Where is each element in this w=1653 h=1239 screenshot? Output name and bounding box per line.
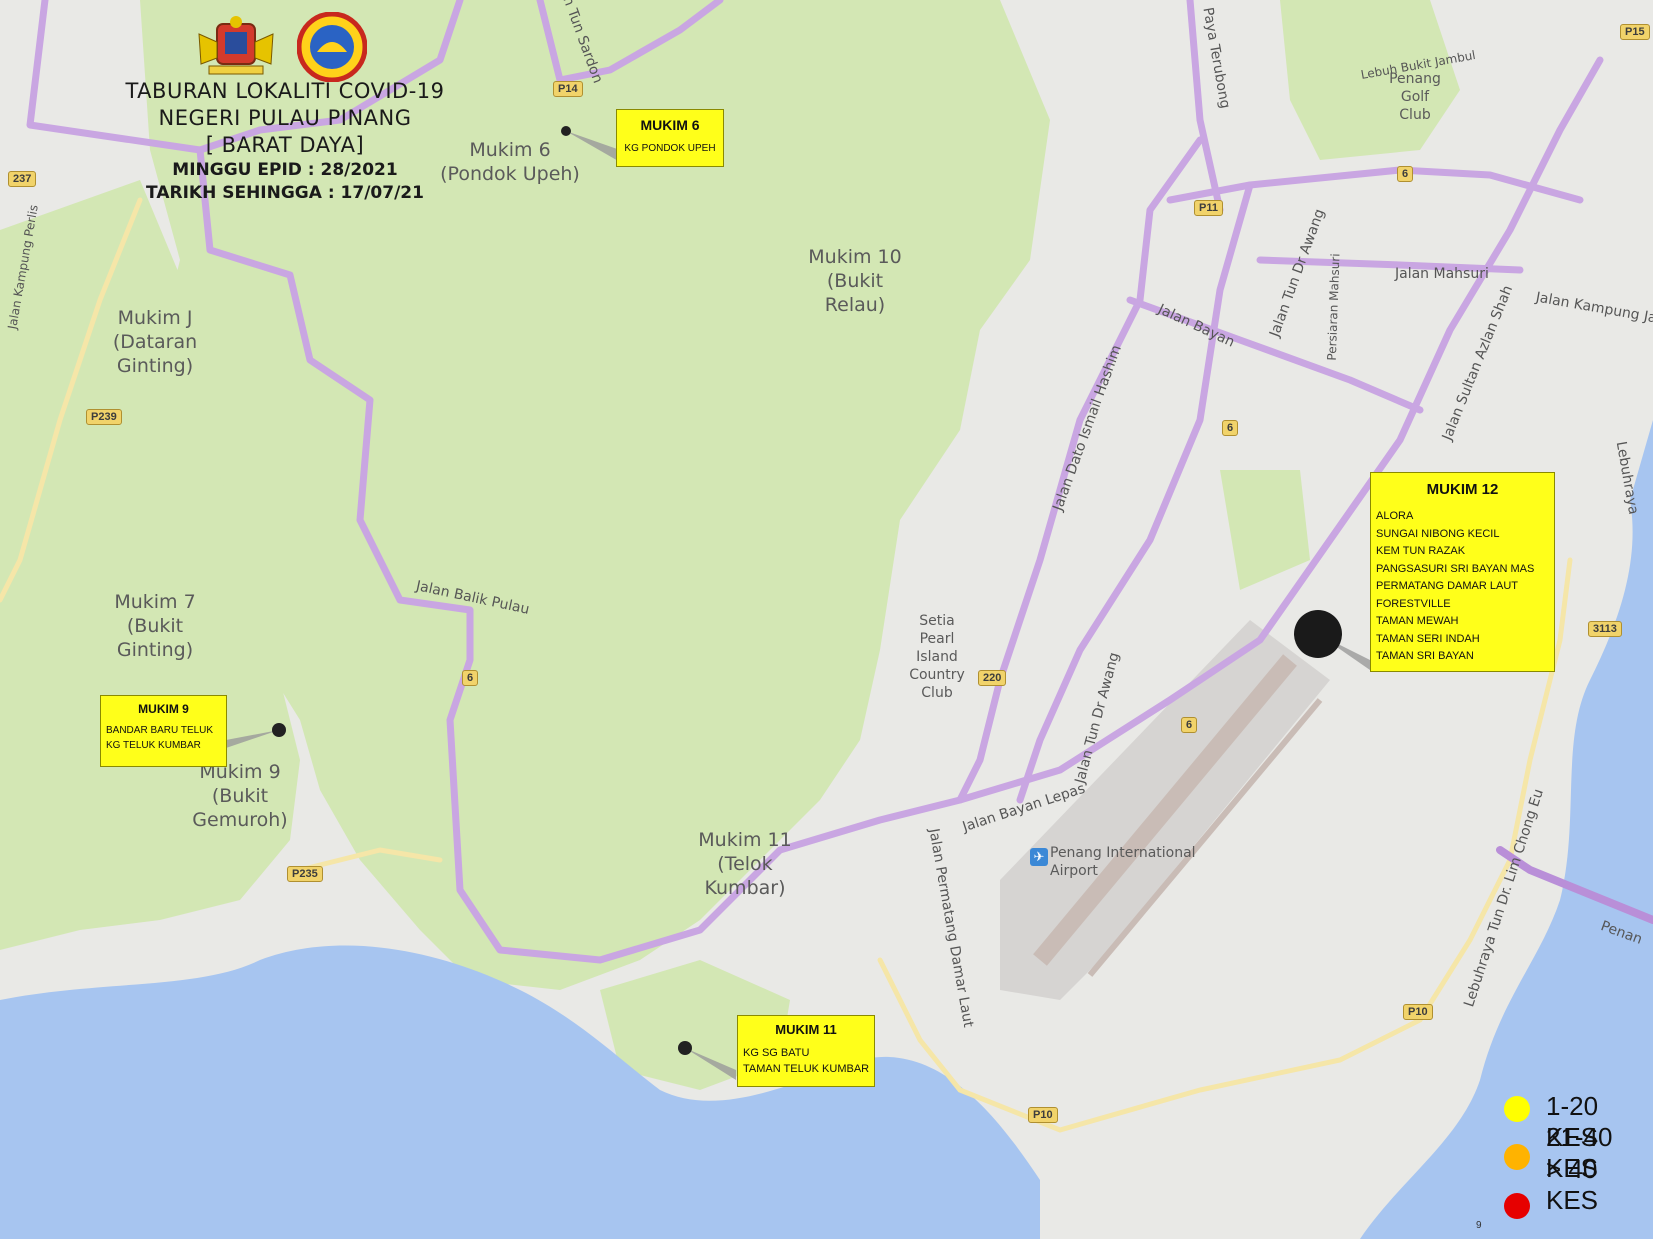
map-stage: TABURAN LOKALITI COVID-19 NEGERI PULAU P… [0, 0, 1653, 1239]
area-label-mukim6: Mukim 6 (Pondok Upeh) [440, 139, 580, 185]
route-shield: P11 [1194, 200, 1223, 216]
cluster-dot-mukim11 [678, 1041, 692, 1055]
callout-title: MUKIM 6 [640, 117, 700, 133]
area-label-airport: Penang International Airport [1050, 845, 1196, 879]
area-label-setia-pearl: Setia Pearl Island Country Club [909, 613, 965, 701]
callout-line: SUNGAI NIBONG KECIL [1376, 527, 1500, 540]
callout-mukim9[interactable]: MUKIM 9 BANDAR BARU TELUK KG TELUK KUMBA… [100, 695, 227, 767]
callout-line: KEM TUN RAZAK [1376, 545, 1466, 557]
callout-title: MUKIM 11 [775, 1022, 837, 1037]
callout-line: KG SG BATU [743, 1047, 810, 1059]
route-shield: P239 [86, 409, 122, 425]
callout-title: MUKIM 9 [138, 702, 189, 716]
callout-line: TAMAN TELUK KUMBAR [743, 1063, 870, 1075]
route-shield: P10 [1028, 1107, 1058, 1123]
route-shield: 3113 [1588, 621, 1622, 637]
callout-line: FORESTVILLE [1376, 597, 1451, 610]
route-shield: P15 [1620, 24, 1650, 40]
cluster-dot-mukim6 [561, 126, 571, 136]
route-shield: 237 [8, 171, 37, 187]
callout-line: BANDAR BARU TELUK [106, 725, 214, 736]
callout-title: MUKIM 12 [1426, 481, 1499, 498]
callout-line: TAMAN MEWAH [1376, 615, 1459, 627]
page-mark: 9 [1476, 1220, 1482, 1231]
title-line-2: NEGERI PULAU PINANG [158, 106, 412, 130]
route-shield: P14 [553, 81, 583, 97]
route-shield: P10 [1403, 1004, 1433, 1020]
road-label-mahsuri: Jalan Mahsuri [1395, 266, 1489, 282]
callout-mukim12[interactable]: MUKIM 12 ALORA SUNGAI NIBONG KECIL KEM T… [1370, 472, 1555, 672]
route-shield: 6 [1181, 717, 1198, 733]
callout-line: KG TELUK KUMBAR [106, 740, 201, 751]
epid-week: MINGGU EPID : 28/2021 [172, 160, 398, 180]
title-line-1: TABURAN LOKALITI COVID-19 [125, 79, 445, 103]
callout-mukim11[interactable]: MUKIM 11 KG SG BATU TAMAN TELUK KUMBAR [737, 1015, 875, 1087]
cluster-dot-mukim9 [272, 723, 286, 737]
route-shield: 6 [1397, 166, 1414, 182]
area-label-mukim10: Mukim 10 (Bukit Relau) [808, 246, 902, 316]
legend-label: > 40 KES [1546, 1154, 1599, 1215]
callout-line: TAMAN SERI INDAH [1376, 632, 1480, 645]
callout-line: PANGSASURI SRI BAYAN MAS [1376, 562, 1535, 575]
callout-line: ALORA [1376, 510, 1414, 522]
route-shield: 6 [1222, 420, 1239, 436]
area-label-mukim11: Mukim 11 (Telok Kumbar) [698, 829, 792, 899]
legend-swatch-yellow [1504, 1096, 1530, 1122]
agency-seal-logo [297, 12, 367, 82]
cluster-dot-mukim12 [1294, 610, 1342, 658]
legend-swatch-red [1504, 1193, 1530, 1219]
report-date: TARIKH SEHINGGA : 17/07/21 [146, 183, 424, 203]
route-shield: 6 [462, 670, 479, 686]
map-title-block: TABURAN LOKALITI COVID-19 NEGERI PULAU P… [95, 78, 475, 205]
area-label-mukim9: Mukim 9 (Bukit Gemuroh) [192, 761, 288, 831]
area-label-mukim7: Mukim 7 (Bukit Ginting) [114, 591, 196, 661]
callout-line: KG PONDOK UPEH [624, 143, 716, 154]
coat-of-arms-logo [198, 16, 274, 75]
title-line-3: [ BARAT DAYA] [205, 133, 365, 157]
area-label-mukimj: Mukim J (Dataran Ginting) [112, 307, 198, 377]
callout-line: PERMATANG DAMAR LAUT [1376, 580, 1518, 592]
airport-icon: ✈ [1030, 848, 1048, 866]
legend-swatch-orange [1504, 1144, 1530, 1170]
callout-line: TAMAN SRI BAYAN [1376, 650, 1474, 662]
route-shield: P235 [287, 866, 323, 882]
callout-mukim6[interactable]: MUKIM 6 KG PONDOK UPEH [616, 109, 724, 167]
route-shield: 220 [978, 670, 1007, 686]
